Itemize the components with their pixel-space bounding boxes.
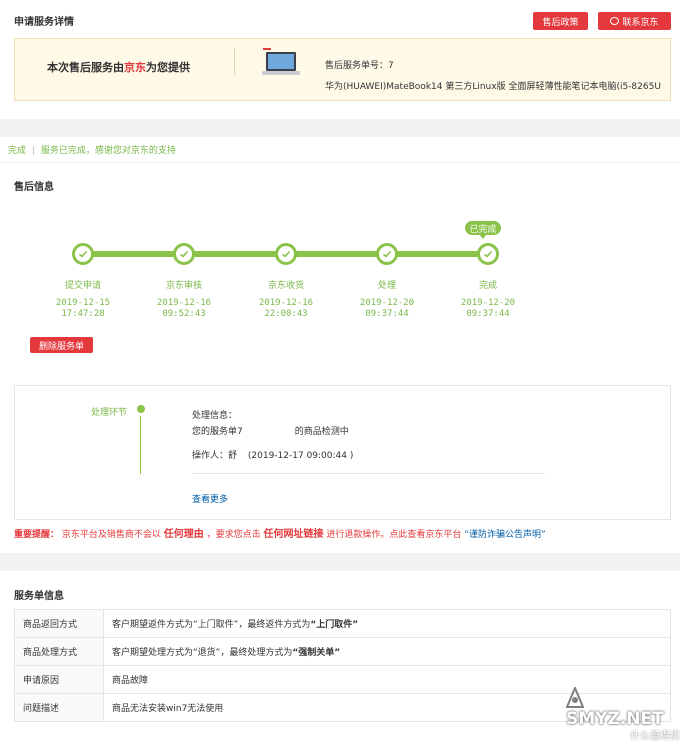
notice-part1: 京东平台及销售商不会以 (61, 530, 161, 540)
process-info-prefix: 您的服务单7 (192, 427, 243, 437)
status-separator: | (31, 146, 35, 156)
operator-label: 操作人：舒 (192, 451, 238, 461)
view-more-link[interactable]: 查看更多 (192, 492, 228, 505)
check-icon (179, 250, 189, 258)
step-date: 2019-12-15 (55, 298, 111, 308)
step-time: 17:47:28 (61, 309, 105, 319)
check-icon (78, 250, 88, 258)
row-value-text: 商品故障 (112, 676, 149, 686)
row-value-text: 客户期望返件方式为“上门取件”，最终返件方式为 (112, 620, 311, 630)
step-label: 京东收货 (267, 281, 304, 291)
step-time: 09:52:43 (162, 309, 206, 319)
service-info-title: 服务单信息 (14, 591, 64, 602)
process-stage-dot (137, 405, 145, 413)
provider-suffix: 为您提供 (146, 61, 190, 74)
row-value-bold: “强制关单” (292, 648, 341, 658)
process-operator: 操作人：舒 (2019-12-17 09:00:44 ) (192, 448, 353, 461)
row-key: 申请原因 (14, 665, 104, 694)
provider-brand: 京东 (124, 61, 146, 74)
service-status: 完成 | 服务已完成，感谢您对京东的支持 (8, 143, 176, 156)
row-value: 客户期望返件方式为“上门取件”，最终返件方式为“上门取件” (103, 609, 671, 638)
chat-icon (610, 17, 620, 25)
step-circle (72, 243, 94, 265)
watermark: SMYZ.NET 什么值得买 (565, 685, 680, 742)
watermark-text: SMYZ.NET (566, 709, 664, 729)
step-label: 完成 (478, 281, 497, 291)
step-date: 2019-12-20 (359, 298, 415, 308)
step-circle (173, 243, 195, 265)
row-key: 商品返回方式 (14, 609, 104, 638)
provider-statement: 本次售后服务由京东为您提供 (47, 59, 190, 75)
step-time: 09:37:44 (365, 309, 409, 319)
watermark-logo-icon (565, 685, 585, 709)
vertical-divider (234, 47, 235, 75)
status-state: 完成 (8, 146, 27, 156)
process-inner-divider (192, 473, 545, 474)
contact-jd-label: 联系京东 (622, 17, 659, 28)
watermark-subtext: 什么值得买 (630, 731, 680, 742)
table-row: 商品返回方式 客户期望返件方式为“上门取件”，最终返件方式为“上门取件” (14, 609, 671, 638)
process-timeline-line (140, 416, 141, 474)
step-time: 22:00:43 (264, 309, 308, 319)
section-separator (0, 119, 680, 137)
notice-part2: ，要求您点击 (206, 530, 261, 540)
notice-emph1: 任何理由 (163, 529, 204, 540)
laptop-thumbnail[interactable] (260, 48, 302, 80)
status-divider (0, 162, 680, 163)
row-value-bold: “上门取件” (310, 620, 359, 630)
notice-emph2: 任何网址链接 (263, 529, 324, 540)
aftersale-title: 售后信息 (14, 182, 54, 193)
provider-info-box: 本次售后服务由京东为您提供 售后服务单号：7 华为(HUAWEI)MateBoo… (14, 38, 671, 101)
check-icon (382, 250, 392, 258)
operator-time: (2019-12-17 09:00:44 ) (247, 451, 354, 461)
product-name[interactable]: 华为(HUAWEI)MateBook14 第三方Linux版 全面屏轻薄性能笔记… (325, 79, 663, 92)
provider-prefix: 本次售后服务由 (47, 61, 124, 74)
check-icon (281, 250, 291, 258)
row-value-text: 客户期望处理方式为“退货”，最终处理方式为 (112, 648, 293, 658)
step-time: 09:37:44 (466, 309, 510, 319)
important-notice: 重要提醒： 京东平台及销售商不会以 任何理由 ，要求您点击 任何网址链接 进行退… (14, 525, 546, 540)
notice-label: 重要提醒： (14, 530, 60, 540)
step-label: 提交申请 (64, 281, 101, 291)
check-icon (483, 250, 493, 258)
row-value: 客户期望处理方式为“退货”，最终处理方式为“强制关单” (103, 637, 671, 666)
step-date: 2019-12-20 (460, 298, 516, 308)
service-number-value: 7 (388, 61, 394, 71)
done-badge-pointer (479, 234, 487, 239)
section-separator-2 (0, 553, 680, 571)
step-circle (275, 243, 297, 265)
status-message: 服务已完成，感谢您对京东的支持 (40, 146, 176, 156)
fraud-notice-link[interactable]: “谨防诈骗公告声明” (464, 530, 545, 540)
process-info-suffix: 的商品检测中 (294, 427, 349, 437)
notice-part3: 进行退款操作。点此查看京东平台 (326, 530, 462, 540)
page-title: 申请服务详情 (14, 17, 74, 28)
step-label: 京东审核 (165, 281, 202, 291)
step-date: 2019-12-16 (156, 298, 212, 308)
process-box: 处理环节 处理信息： 您的服务单7 的商品检测中 操作人：舒 (2019-12-1… (14, 385, 671, 520)
table-row: 商品处理方式 客户期望处理方式为“退货”，最终处理方式为“强制关单” (14, 637, 671, 666)
delete-service-button[interactable]: 删除服务单 (30, 337, 93, 353)
process-stage-label: 处理环节 (91, 408, 128, 418)
service-number: 售后服务单号：7 (325, 58, 394, 71)
done-badge: 已完成 (465, 221, 501, 235)
done-badge-label: 已完成 (469, 224, 497, 235)
contact-jd-button[interactable]: 联系京东 (598, 12, 671, 30)
step-circle (376, 243, 398, 265)
step-date: 2019-12-16 (258, 298, 314, 308)
service-number-label: 售后服务单号： (325, 61, 389, 71)
step-circle (477, 243, 499, 265)
row-key: 问题描述 (14, 693, 104, 722)
row-value-text: 商品无法安装win7无法使用 (112, 704, 224, 714)
process-info-text: 您的服务单7 的商品检测中 (192, 424, 349, 437)
aftersale-policy-button[interactable]: 售后政策 (533, 12, 588, 30)
process-info-title: 处理信息： (192, 411, 238, 421)
step-label: 处理 (377, 281, 396, 291)
row-key: 商品处理方式 (14, 637, 104, 666)
